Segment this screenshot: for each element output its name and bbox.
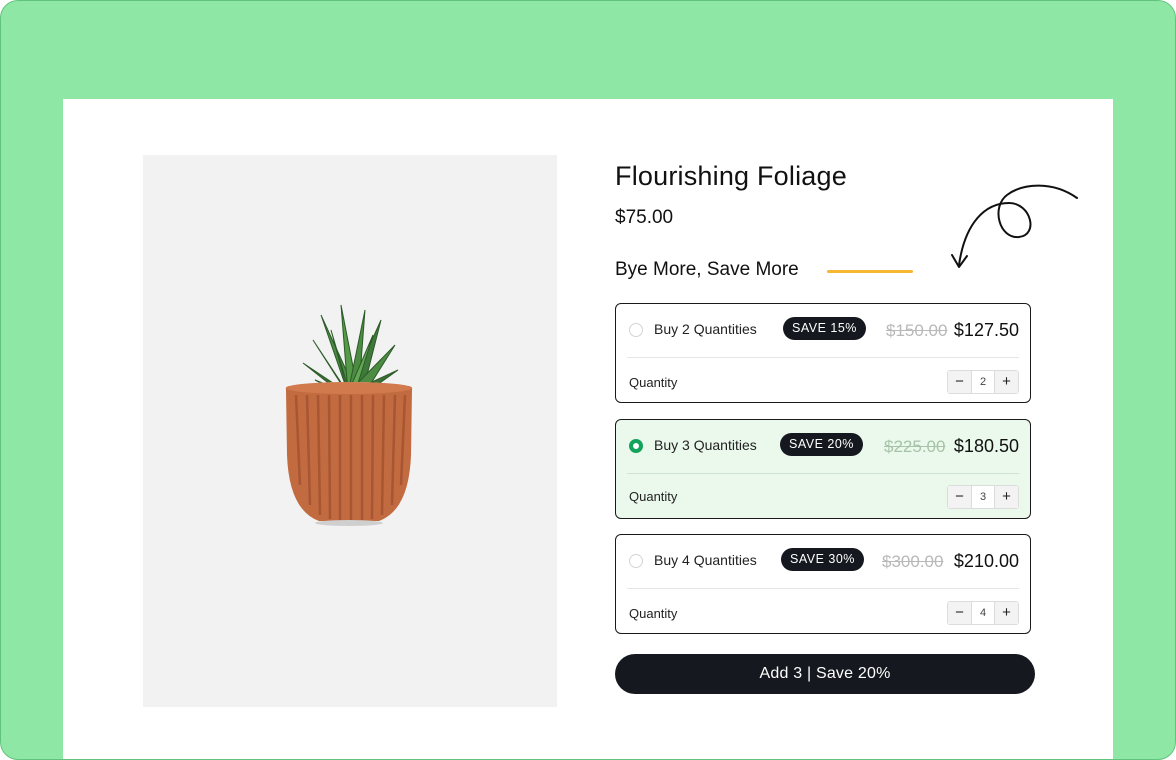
offer-radio[interactable] <box>629 323 643 337</box>
increment-button[interactable]: + <box>995 371 1018 393</box>
offer-radio-selected[interactable] <box>629 439 643 453</box>
offer-label: Buy 3 Quantities <box>654 437 757 453</box>
offer-divider <box>627 473 1019 474</box>
bundle-heading: Bye More, Save More <box>615 259 799 280</box>
quantity-stepper: − 2 + <box>947 370 1019 394</box>
product-title: Flourishing Foliage <box>615 161 847 191</box>
original-price: $150.00 <box>886 321 948 340</box>
quantity-stepper: − 3 + <box>947 485 1019 509</box>
original-price: $300.00 <box>882 552 944 571</box>
heading-accent-line <box>827 270 913 273</box>
discounted-price: $127.50 <box>953 320 1019 340</box>
quantity-label: Quantity <box>629 606 678 621</box>
save-badge: SAVE 30% <box>781 548 864 571</box>
offer-divider <box>627 588 1019 589</box>
offer-radio[interactable] <box>629 554 643 568</box>
increment-button[interactable]: + <box>995 486 1018 508</box>
increment-button[interactable]: + <box>995 602 1018 624</box>
quantity-value[interactable]: 3 <box>971 486 995 508</box>
offer-buy-3[interactable]: Buy 3 Quantities SAVE 20% $225.00 $180.5… <box>615 419 1031 519</box>
curly-arrow-icon <box>951 184 1078 268</box>
outer-frame: Flourishing Foliage $75.00 Bye More, Sav… <box>0 0 1176 760</box>
quantity-value[interactable]: 2 <box>971 371 995 393</box>
quantity-label: Quantity <box>629 375 678 390</box>
original-price: $225.00 <box>884 437 946 456</box>
quantity-label: Quantity <box>629 489 678 504</box>
offer-divider <box>627 357 1019 358</box>
quantity-value[interactable]: 4 <box>971 602 995 624</box>
add-to-cart-button[interactable]: Add 3 | Save 20% <box>615 654 1035 694</box>
discounted-price: $180.50 <box>953 436 1019 456</box>
quantity-stepper: − 4 + <box>947 601 1019 625</box>
decrement-button[interactable]: − <box>948 486 971 508</box>
product-price: $75.00 <box>615 207 674 228</box>
discounted-price: $210.00 <box>953 551 1019 571</box>
product-image <box>143 155 557 707</box>
decrement-button[interactable]: − <box>948 602 971 624</box>
offer-label: Buy 2 Quantities <box>654 321 757 337</box>
product-card: Flourishing Foliage $75.00 Bye More, Sav… <box>63 99 1113 759</box>
potted-succulent-image <box>285 304 413 526</box>
offer-buy-4[interactable]: Buy 4 Quantities SAVE 30% $300.00 $210.0… <box>615 534 1031 634</box>
offer-buy-2[interactable]: Buy 2 Quantities SAVE 15% $150.00 $127.5… <box>615 303 1031 403</box>
save-badge: SAVE 15% <box>783 317 866 340</box>
save-badge: SAVE 20% <box>780 433 863 456</box>
offer-label: Buy 4 Quantities <box>654 552 757 568</box>
decrement-button[interactable]: − <box>948 371 971 393</box>
